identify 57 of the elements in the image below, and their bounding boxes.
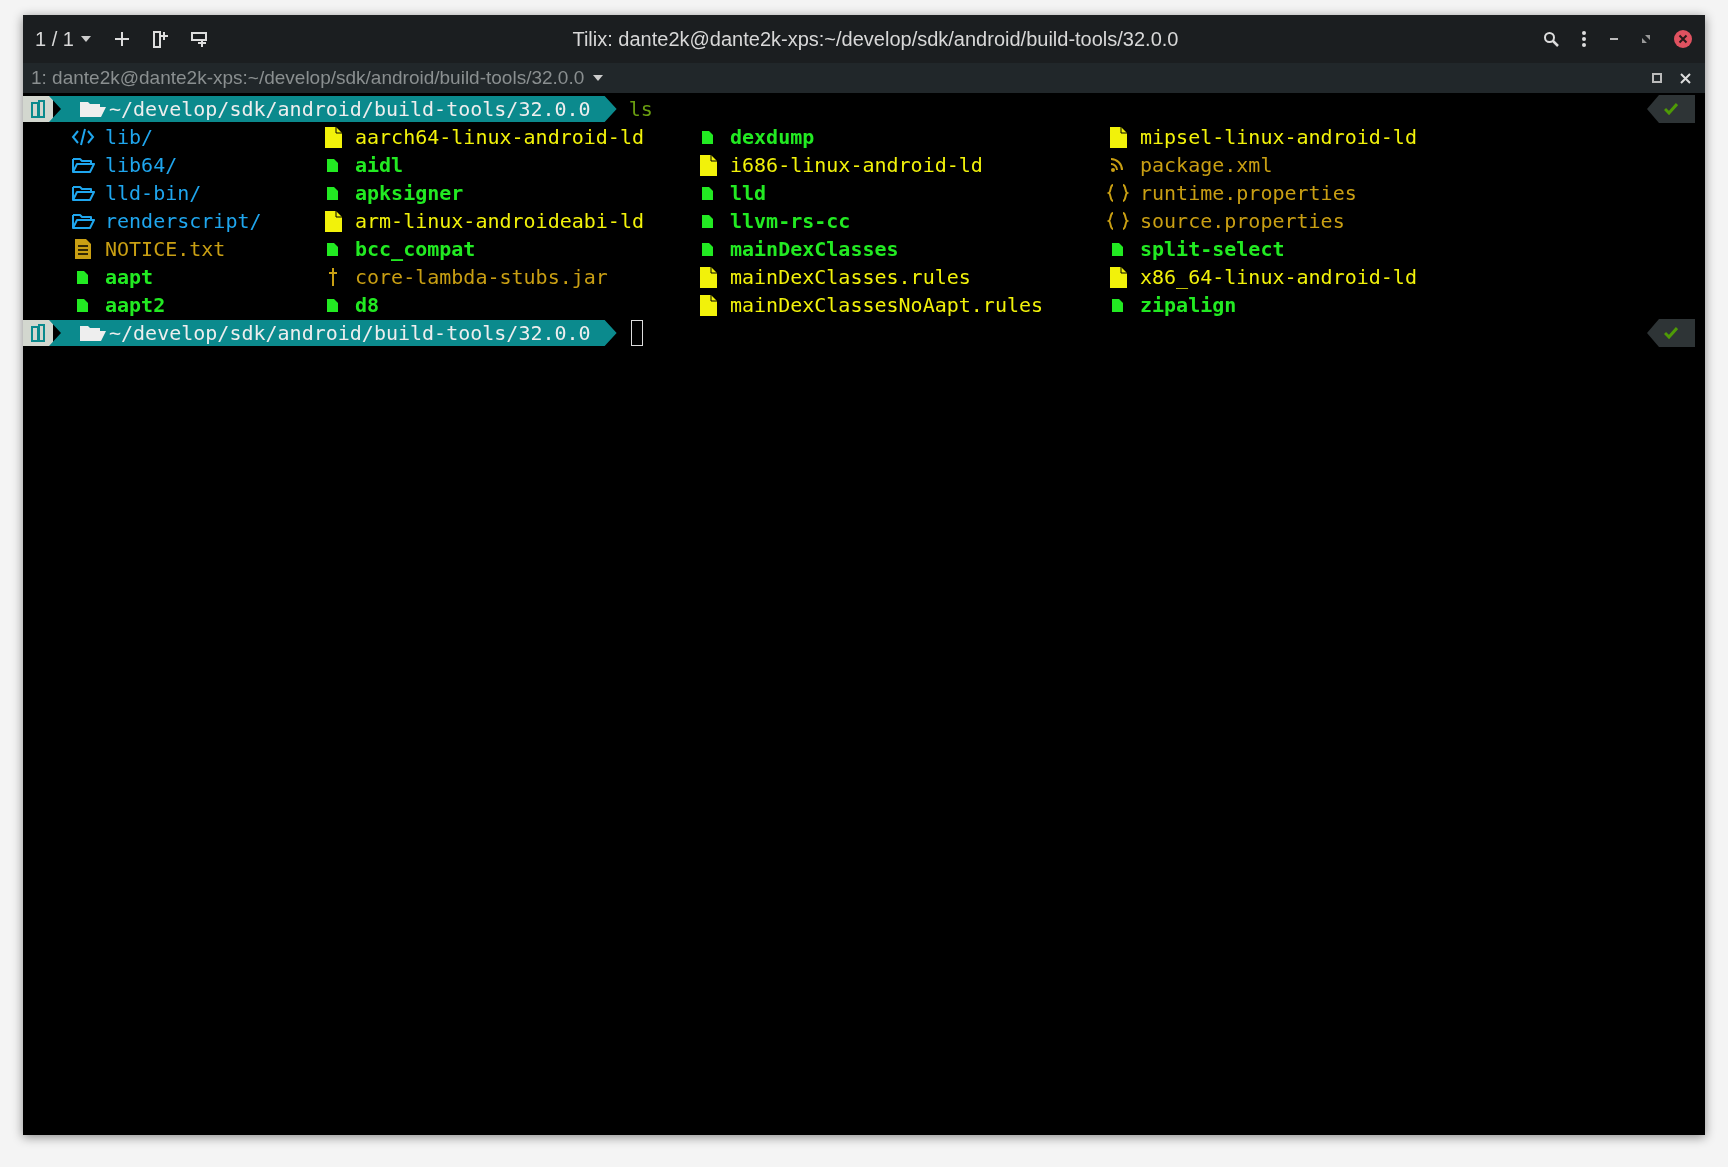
split-right-icon[interactable] (151, 30, 168, 48)
file-name: runtime.properties (1140, 181, 1357, 205)
file-name: mainDexClasses.rules (730, 265, 971, 289)
file-name: dexdump (730, 125, 815, 149)
close-icon[interactable] (1680, 72, 1691, 84)
file-name: llvm-rs-cc (730, 209, 851, 233)
folder-icon (71, 155, 95, 175)
file-name: arm-linux-androideabi-ld (355, 209, 644, 233)
file-name: NOTICE.txt (105, 237, 226, 261)
file-name: zipalign (1140, 293, 1237, 317)
add-icon[interactable] (113, 31, 130, 47)
file-name: bcc_compat (355, 237, 476, 261)
caret-icon[interactable] (592, 74, 605, 82)
file-name: mipsel-linux-android-ld (1140, 125, 1417, 149)
check-icon (1664, 327, 1678, 339)
folder-icon (79, 323, 107, 343)
file-name: lld (730, 181, 767, 205)
folder-icon (71, 211, 95, 231)
menu-icon[interactable] (1581, 30, 1587, 48)
braces-icon (1106, 184, 1130, 202)
session-switcher[interactable]: 1 / 1 (35, 27, 92, 51)
file-name: aarch64-linux-android-ld (355, 125, 644, 149)
file-name: source.properties (1140, 209, 1345, 233)
check-icon (1664, 103, 1678, 115)
terminal-title: 1: dante2k@dante2k-xps:~/develop/sdk/android/build-tools/32.0.0 (31, 67, 585, 89)
file-name: lld-bin/ (105, 181, 202, 205)
file-name: aapt2 (105, 293, 166, 317)
maximize-icon[interactable] (1652, 73, 1662, 83)
file-name: renderscript/ (105, 209, 262, 233)
folder-icon (79, 99, 107, 119)
terminal-logo-icon (29, 323, 47, 343)
file-name: aapt (105, 265, 154, 289)
file-name: lib/ (105, 125, 154, 149)
file-name: package.xml (1140, 153, 1273, 177)
file-name: lib64/ (105, 153, 178, 177)
file-name: i686-linux-android-ld (730, 153, 983, 177)
code-icon (71, 127, 95, 147)
split-down-icon[interactable] (189, 31, 208, 47)
file-name: mainDexClasses (730, 237, 899, 261)
file-name: split-select (1140, 237, 1285, 261)
prompt-path: ~/develop/sdk/android/build-tools/32.0.0 (109, 97, 591, 121)
command-text: ls (628, 97, 653, 121)
file-name: d8 (355, 293, 380, 317)
file-name: aidl (355, 153, 404, 177)
file-name: core-lambda-stubs.jar (355, 265, 608, 289)
file-name: x86_64-linux-android-ld (1140, 265, 1417, 289)
restore-icon[interactable] (1641, 34, 1651, 44)
minimize-icon[interactable] (1609, 37, 1619, 41)
file-name: apksigner (355, 181, 464, 205)
prompt-path: ~/develop/sdk/android/build-tools/32.0.0 (109, 321, 591, 345)
window-title: Tilix: dante2k@dante2k-xps:~/develop/sdk/android/build-tools/32.0.0 (571, 27, 1180, 51)
file-name: mainDexClassesNoAapt.rules (730, 293, 1044, 317)
caret-icon (79, 35, 92, 43)
terminal-logo-icon (29, 99, 47, 119)
folder-icon (71, 183, 95, 203)
search-icon[interactable] (1543, 31, 1559, 47)
braces-icon (1106, 212, 1130, 230)
